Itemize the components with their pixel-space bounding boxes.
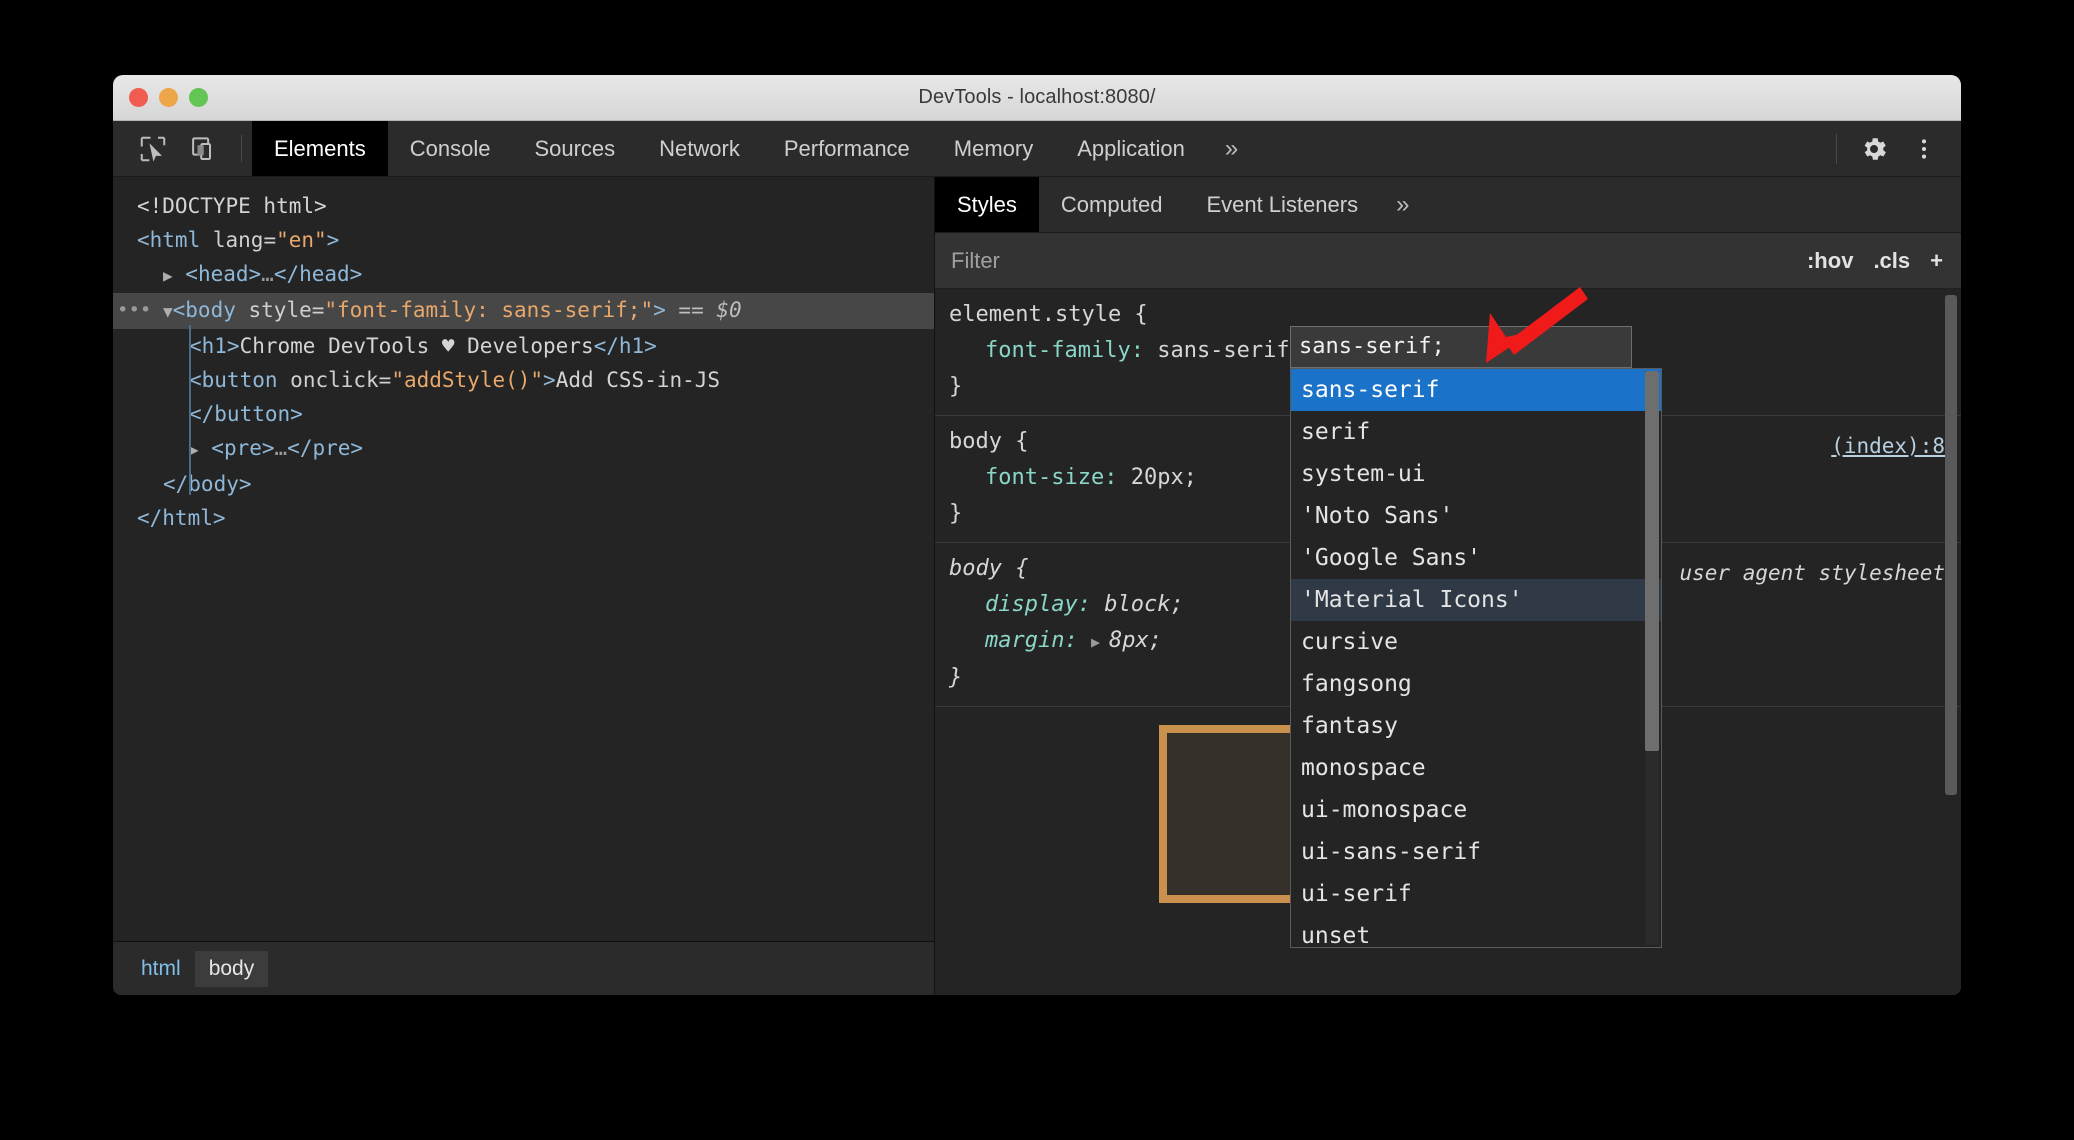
more-tabs-label: » <box>1224 134 1239 162</box>
devtools-window: DevTools - localhost:8080/ Elements Cons… <box>113 75 1961 995</box>
tab-performance-label: Performance <box>783 135 910 161</box>
tab-elements[interactable]: Elements <box>252 121 388 176</box>
breadcrumb: html body <box>113 941 934 995</box>
tab-memory-label: Memory <box>953 135 1034 161</box>
tab-network[interactable]: Network <box>637 121 762 176</box>
tab-performance[interactable]: Performance <box>762 121 932 176</box>
gear-icon[interactable] <box>1851 126 1897 172</box>
styles-sidebar-tabs: Styles Computed Event Listeners » <box>935 177 1961 233</box>
autocomplete-option[interactable]: monospace <box>1291 747 1661 789</box>
breadcrumb-item-body[interactable]: body <box>194 950 269 987</box>
css-property-name[interactable]: font-family: <box>985 338 1144 363</box>
cls-toggle-button[interactable]: .cls <box>1873 248 1910 274</box>
dom-node[interactable]: </button> <box>113 397 934 431</box>
filter-input[interactable] <box>935 233 1789 288</box>
tab-sources[interactable]: Sources <box>512 121 637 176</box>
expand-shorthand-icon[interactable]: ▶ <box>1091 633 1109 651</box>
screenshot-root: DevTools - localhost:8080/ Elements Cons… <box>0 0 2074 1140</box>
kebab-menu-icon[interactable] <box>1901 126 1947 172</box>
dom-node[interactable]: <button onclick="addStyle()">Add CSS-in-… <box>113 363 934 397</box>
tab-styles-label: Styles <box>957 191 1017 217</box>
autocomplete-option[interactable]: 'Noto Sans' <box>1291 495 1661 537</box>
dom-node-selected[interactable]: ••• ▼<body style="font-family: sans-serif… <box>113 293 934 329</box>
tab-console-label: Console <box>409 135 491 161</box>
autocomplete-dropdown[interactable]: sans-serif serif system-ui 'Noto Sans' 'Goog… <box>1290 368 1662 948</box>
devtools-panels: <!DOCTYPE html> <html lang="en"> ▶ <head>…… <box>113 177 1961 995</box>
inspect-element-icon[interactable] <box>127 121 179 176</box>
tab-event-listeners[interactable]: Event Listeners <box>1184 177 1380 232</box>
red-arrow-annotation <box>1480 285 1590 380</box>
styles-more-tabs-label: » <box>1396 190 1410 218</box>
device-toolbar-icon[interactable] <box>179 121 231 176</box>
elements-dom-panel: <!DOCTYPE html> <html lang="en"> ▶ <head>…… <box>113 177 935 995</box>
dom-node-menu-icon[interactable]: ••• <box>117 293 151 327</box>
toolbar-divider <box>241 135 242 162</box>
tab-application-label: Application <box>1077 135 1185 161</box>
styles-filter-bar: :hov .cls + <box>935 233 1961 289</box>
styles-scrollbar[interactable] <box>1945 295 1957 795</box>
autocomplete-option[interactable]: sans-serif <box>1291 369 1661 411</box>
css-rule-origin-link[interactable]: user agent stylesheet <box>1679 555 1945 591</box>
dom-node[interactable]: ▶ <head>…</head> <box>113 257 934 293</box>
window-title: DevTools - localhost:8080/ <box>918 86 1156 108</box>
breadcrumb-item-html[interactable]: html <box>127 951 195 987</box>
css-property-value[interactable]: block; <box>1104 592 1183 617</box>
tab-event-listeners-label: Event Listeners <box>1206 191 1359 217</box>
window-titlebar: DevTools - localhost:8080/ <box>113 75 1961 121</box>
autocomplete-option[interactable]: ui-sans-serif <box>1291 831 1661 873</box>
tab-memory[interactable]: Memory <box>932 121 1055 176</box>
autocomplete-option[interactable]: cursive <box>1291 621 1661 663</box>
dom-node[interactable]: </html> <box>113 501 934 535</box>
tab-application[interactable]: Application <box>1055 121 1207 176</box>
styles-filter-actions: :hov .cls + <box>1789 233 1961 288</box>
new-style-rule-button[interactable]: + <box>1930 248 1943 274</box>
autocomplete-option[interactable]: fangsong <box>1291 663 1661 705</box>
autocomplete-option[interactable]: ui-serif <box>1291 873 1661 915</box>
plus-icon: + <box>1930 247 1943 273</box>
autocomplete-option[interactable]: unset <box>1291 915 1661 947</box>
dom-node[interactable]: <h1>Chrome DevTools ♥ Developers</h1> <box>113 329 934 363</box>
hov-toggle-button[interactable]: :hov <box>1807 248 1853 274</box>
autocomplete-option[interactable]: serif <box>1291 411 1661 453</box>
tabbar-divider <box>1836 133 1837 164</box>
autocomplete-option[interactable]: 'Google Sans' <box>1291 537 1661 579</box>
autocomplete-scrollbar-thumb[interactable] <box>1645 371 1659 751</box>
css-property-name[interactable]: display: <box>985 592 1091 617</box>
tab-computed-label: Computed <box>1060 191 1163 217</box>
tab-elements-label: Elements <box>274 135 366 161</box>
autocomplete-option[interactable]: ui-monospace <box>1291 789 1661 831</box>
autocomplete-option[interactable]: fantasy <box>1291 705 1661 747</box>
css-property-value[interactable]: 8px; <box>1109 628 1162 653</box>
tab-network-label: Network <box>659 135 740 161</box>
autocomplete-option[interactable]: system-ui <box>1291 453 1661 495</box>
dom-node[interactable]: <html lang="en"> <box>113 223 934 257</box>
css-property-value[interactable]: sans-serif; <box>1157 338 1303 363</box>
styles-more-tabs-chevron-icon[interactable]: » <box>1380 177 1425 232</box>
devtools-tabbar: Elements Console Sources Network Perform… <box>113 121 1961 177</box>
dom-tree[interactable]: <!DOCTYPE html> <html lang="en"> ▶ <head>…… <box>113 177 934 941</box>
css-property-name[interactable]: font-size: <box>985 465 1117 490</box>
more-tabs-chevron-icon[interactable]: » <box>1207 121 1256 176</box>
tabbar-actions <box>1826 121 1961 176</box>
tab-console[interactable]: Console <box>388 121 513 176</box>
tab-sources-label: Sources <box>534 135 616 161</box>
css-property-name[interactable]: margin: <box>985 628 1078 653</box>
tab-computed[interactable]: Computed <box>1039 177 1185 232</box>
css-property-value[interactable]: 20px; <box>1131 465 1197 490</box>
dom-node[interactable]: <!DOCTYPE html> <box>113 189 934 223</box>
dom-indent-guide <box>189 325 191 495</box>
tab-styles[interactable]: Styles <box>935 177 1039 232</box>
dom-node[interactable]: </body> <box>113 467 934 501</box>
autocomplete-option[interactable]: 'Material Icons' <box>1291 579 1661 621</box>
dom-node[interactable]: ▶ <pre>…</pre> <box>113 431 934 467</box>
css-rule-origin-link[interactable]: (index):8 <box>1831 428 1945 464</box>
